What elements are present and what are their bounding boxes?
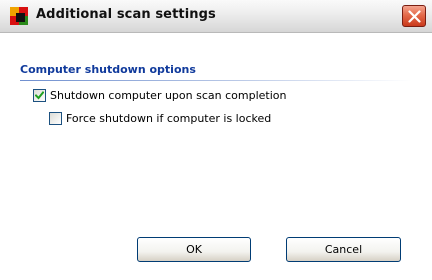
option-shutdown-on-completion[interactable]: Shutdown computer upon scan completion — [33, 89, 286, 102]
group-title: Computer shutdown options — [20, 63, 196, 76]
option-force-shutdown[interactable]: Force shutdown if computer is locked — [49, 112, 271, 125]
ok-button[interactable]: OK — [137, 237, 251, 262]
force-shutdown-label[interactable]: Force shutdown if computer is locked — [66, 112, 271, 125]
shutdown-on-completion-checkbox[interactable] — [33, 89, 46, 102]
group-divider — [20, 80, 412, 81]
checkmark-icon — [35, 91, 44, 100]
cancel-button[interactable]: Cancel — [286, 237, 401, 262]
shutdown-on-completion-label[interactable]: Shutdown computer upon scan completion — [50, 89, 286, 102]
avg-app-icon — [10, 7, 28, 25]
force-shutdown-checkbox[interactable] — [49, 112, 62, 125]
dialog-window: Additional scan settings Computer shutdo… — [0, 0, 432, 280]
title-bar[interactable]: Additional scan settings — [0, 0, 432, 33]
window-title: Additional scan settings — [36, 7, 216, 22]
close-button[interactable] — [402, 5, 426, 27]
close-icon — [408, 10, 421, 23]
